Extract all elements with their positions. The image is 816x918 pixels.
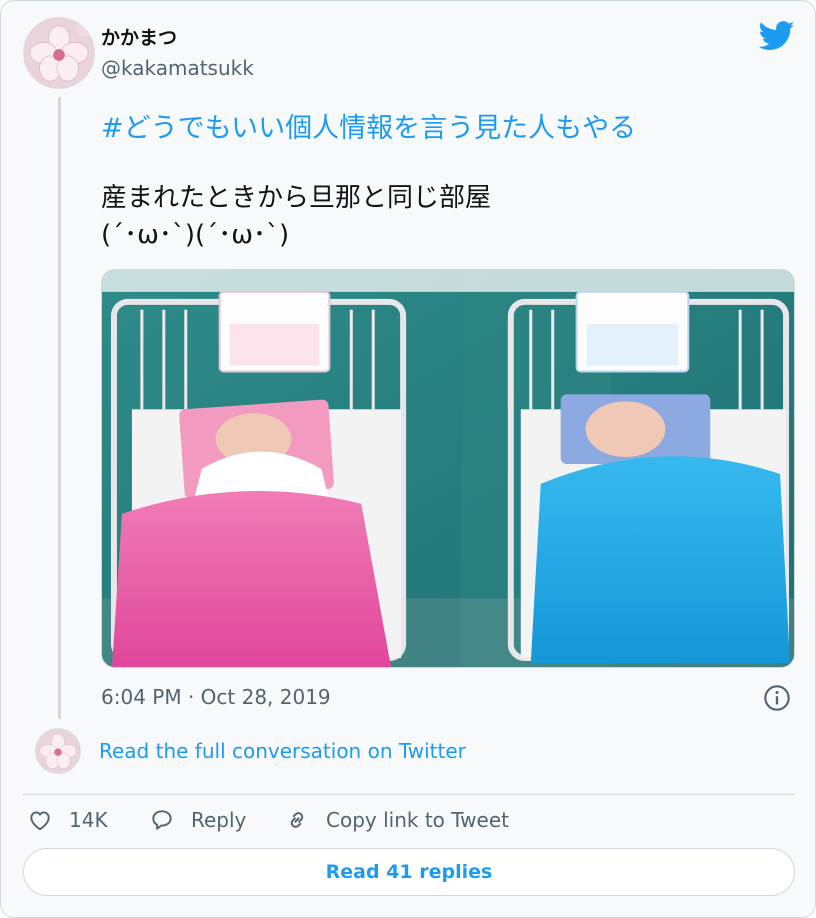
reply-label: Reply bbox=[191, 808, 247, 832]
read-replies-label: Read 41 replies bbox=[325, 861, 493, 883]
author-handle[interactable]: @kakamatsukk bbox=[101, 56, 254, 80]
reply-button[interactable]: Reply bbox=[149, 805, 246, 835]
blossom-avatar-image bbox=[36, 729, 80, 773]
conversation-avatar bbox=[35, 728, 81, 774]
thread-line bbox=[58, 97, 61, 719]
like-count: 14K bbox=[69, 808, 108, 832]
copy-link-label: Copy link to Tweet bbox=[326, 808, 509, 832]
blossom-avatar-image bbox=[24, 18, 94, 88]
hashtag-link[interactable]: #どうでもいい個人情報を言う見た人もやる bbox=[101, 106, 636, 145]
tweet-photo[interactable] bbox=[101, 269, 795, 668]
heart-icon bbox=[30, 811, 50, 831]
speech-bubble-icon bbox=[152, 810, 172, 830]
read-conversation-link[interactable]: Read the full conversation on Twitter bbox=[99, 739, 466, 763]
link-icon bbox=[290, 812, 304, 828]
read-replies-button[interactable]: Read 41 replies bbox=[23, 848, 795, 896]
author-name[interactable]: かかまつ bbox=[101, 23, 177, 50]
tweet-card: かかまつ @kakamatsukk #どうでもいい個人情報を言う見た人もやる 産… bbox=[0, 0, 816, 918]
tweet-text-line: (´･ω･`)(´･ω･`) bbox=[101, 220, 290, 250]
tweet-text-line: 産まれたときから旦那と同じ部屋 bbox=[101, 183, 492, 213]
like-button[interactable]: 14K bbox=[27, 805, 108, 835]
newborns-in-cribs-photo bbox=[102, 270, 794, 667]
info-icon[interactable] bbox=[763, 684, 791, 712]
copy-link-button[interactable]: Copy link to Tweet bbox=[284, 805, 509, 835]
twitter-bird-icon[interactable] bbox=[759, 21, 795, 51]
author-avatar[interactable] bbox=[23, 17, 95, 89]
divider bbox=[23, 794, 795, 795]
tweet-timestamp[interactable]: 6:04 PM · Oct 28, 2019 bbox=[101, 685, 331, 709]
